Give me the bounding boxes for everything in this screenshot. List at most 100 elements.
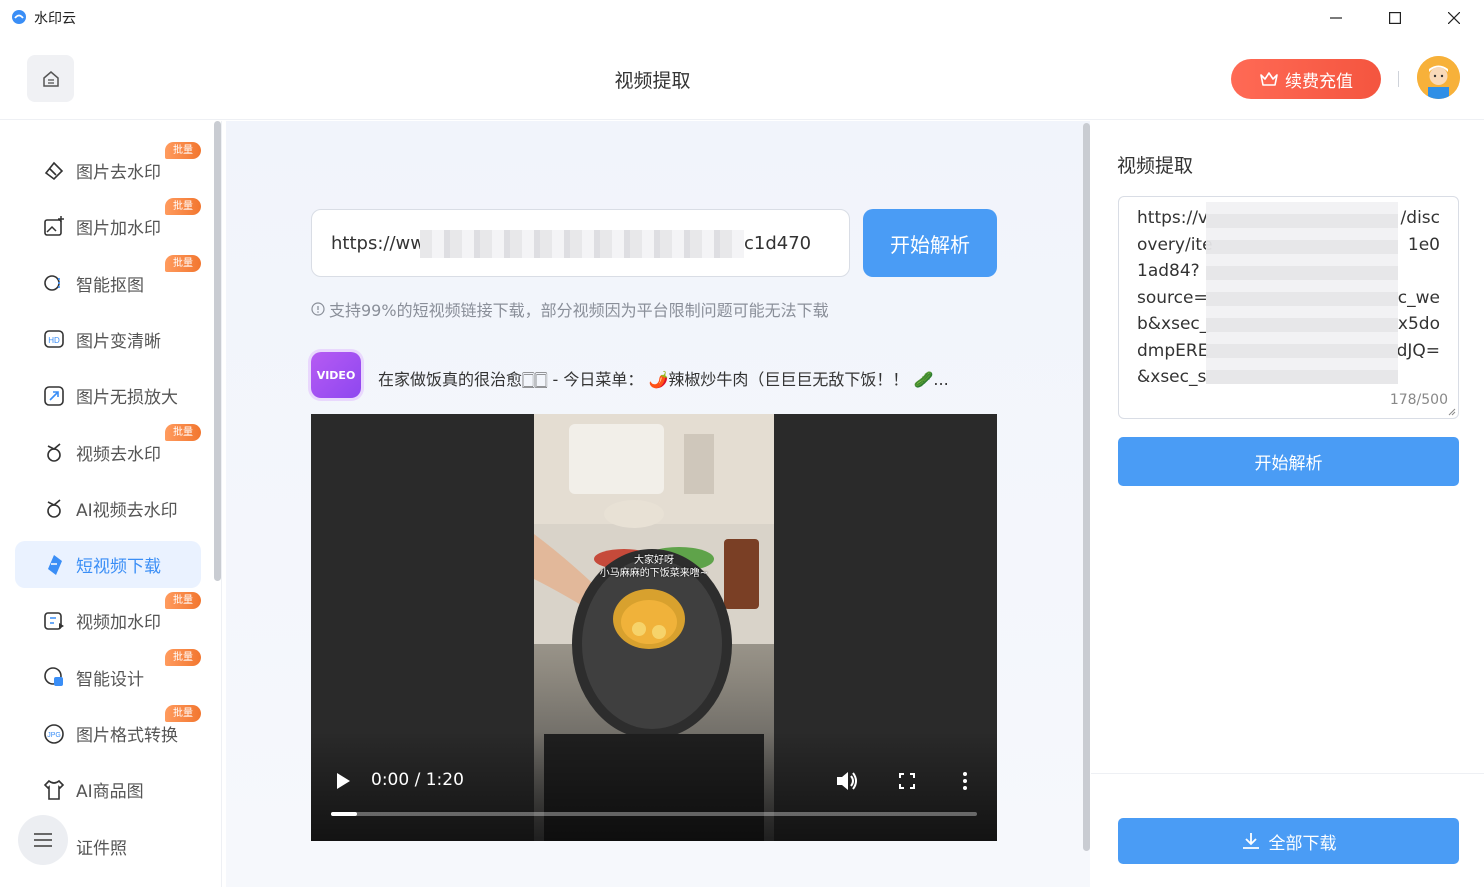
textarea-line-right: c_we: [1397, 287, 1440, 308]
sidebar-item-9[interactable]: 视频加水印 批量: [15, 592, 201, 644]
ai-video-clean-icon: [42, 496, 66, 520]
panel-parse-button[interactable]: 开始解析: [1118, 437, 1459, 486]
minimize-button[interactable]: [1307, 2, 1365, 34]
sidebar-item-7[interactable]: AI视频去水印: [15, 485, 201, 532]
video-badge-icon: VIDEO: [311, 352, 361, 398]
batch-badge: 批量: [165, 142, 201, 159]
enlarge-icon: [42, 384, 66, 408]
batch-badge: 批量: [165, 648, 201, 666]
sidebar-scrollbar[interactable]: [214, 121, 221, 581]
volume-icon[interactable]: [835, 770, 859, 792]
tshirt-icon: [42, 778, 66, 802]
video-clean-icon: [42, 440, 66, 464]
download-icon: [42, 553, 66, 577]
sidebar-item-2[interactable]: 图片加水印 批量: [15, 198, 201, 250]
maximize-button[interactable]: [1366, 2, 1424, 34]
main-content: https://ww c1d470 开始解析 支持99%的短视频链接下载，部分视…: [226, 121, 1090, 887]
video-player[interactable]: 大家好呀 小马麻麻的下饭菜来噜~ 0:00 / 1:20: [311, 414, 997, 841]
sidebar-item-1[interactable]: 图片去水印 批量: [15, 142, 201, 194]
eraser-icon: [42, 159, 66, 183]
sidebar-item-label: 智能设计: [76, 669, 144, 690]
video-subtitle: 大家好呀 小马麻麻的下饭菜来噜~: [534, 554, 774, 580]
textarea-line-left: b&xsec_: [1137, 314, 1209, 334]
textarea-line-left: &xsec_s: [1137, 367, 1207, 387]
close-icon: [1448, 12, 1460, 24]
subtitle-line-1: 大家好呀: [634, 555, 674, 566]
subtitle-line-2: 小马麻麻的下饭菜来噜~: [599, 568, 709, 579]
sidebar-item-label: 图片变清晰: [76, 331, 161, 352]
url-prefix: https://ww: [331, 232, 425, 254]
maximize-icon: [1389, 12, 1401, 24]
progress-bar[interactable]: [331, 812, 977, 816]
start-parse-button[interactable]: 开始解析: [863, 209, 997, 277]
progress-fill: [331, 812, 357, 816]
textarea-line-right: x5do: [1397, 314, 1440, 334]
image-add-icon: [42, 215, 66, 239]
play-icon[interactable]: [335, 772, 351, 790]
panel-title: 视频提取: [1117, 155, 1194, 177]
sidebar: 图片去水印 批量 图片加水印 批量 智能抠图 批量 HD 图片变清晰 图片无损放大 视频去水印 批量…: [0, 121, 222, 887]
recharge-button[interactable]: 续费充值: [1231, 59, 1381, 99]
info-icon: [311, 302, 325, 316]
sidebar-item-10[interactable]: 智能设计 批量: [15, 648, 201, 701]
sidebar-item-label: 图片加水印: [76, 219, 161, 240]
sidebar-item-label: 短视频下载: [76, 557, 161, 578]
playback-time: 0:00 / 1:20: [371, 770, 464, 790]
sidebar-item-label: AI商品图: [76, 782, 144, 803]
url-suffix: c1d470: [744, 232, 812, 254]
sidebar-item-6[interactable]: 视频去水印 批量: [15, 423, 201, 476]
resize-handle-icon[interactable]: [1448, 408, 1456, 416]
char-count: 178/500: [1389, 391, 1448, 408]
batch-badge: 批量: [165, 254, 201, 272]
right-panel: 视频提取 https://v/disc overy/ite 1e0 1ad84? sou…: [1091, 121, 1484, 887]
hint-text: 支持99%的短视频链接下载，部分视频因为平台限制问题可能无法下载: [311, 297, 829, 321]
download-all-label: 全部下载: [1268, 833, 1337, 854]
url-input[interactable]: https://ww c1d470: [311, 209, 850, 277]
main-scrollbar[interactable]: [1083, 123, 1090, 851]
menu-icon: [34, 833, 52, 847]
sidebar-item-8[interactable]: 短视频下载: [15, 541, 201, 589]
textarea-line-left: dmpERE: [1137, 340, 1209, 361]
batch-badge: 批量: [165, 423, 201, 441]
sidebar-item-5[interactable]: 图片无损放大: [15, 372, 201, 419]
batch-badge: 批量: [165, 198, 201, 216]
jpg-convert-icon: JPG: [42, 722, 66, 746]
svg-text:HD: HD: [48, 336, 60, 345]
textarea-redacted: [1206, 202, 1398, 384]
sidebar-item-label: 智能抠图: [76, 275, 144, 296]
design-icon: [42, 665, 66, 689]
header: 视频提取 续费充值: [0, 36, 1484, 120]
fullscreen-icon[interactable]: [899, 773, 915, 789]
download-icon: [1242, 833, 1259, 849]
recharge-label: 续费充值: [1285, 71, 1353, 92]
video-add-icon: [42, 609, 66, 633]
sidebar-item-11[interactable]: JPG 图片格式转换 批量: [15, 705, 201, 757]
textarea-line-right: /disc: [1400, 208, 1440, 228]
minimize-icon: [1330, 17, 1342, 19]
sidebar-item-12[interactable]: AI商品图: [15, 766, 201, 813]
url-redacted: [420, 230, 744, 258]
cutout-icon: [42, 271, 66, 295]
more-options-icon[interactable]: [962, 771, 968, 791]
sidebar-item-4[interactable]: HD 图片变清晰: [15, 316, 201, 363]
link-textarea[interactable]: https://v/disc overy/ite 1e0 1ad84? source= c…: [1118, 196, 1459, 419]
avatar-image: [1417, 56, 1460, 99]
svg-text:JPG: JPG: [47, 732, 61, 739]
sidebar-item-label: 视频去水印: [76, 444, 161, 465]
batch-badge: 批量: [165, 592, 201, 610]
textarea-line-right: 1e0: [1407, 234, 1440, 255]
crown-icon: [1260, 72, 1278, 86]
close-button[interactable]: [1425, 2, 1483, 34]
hd-icon: HD: [42, 327, 66, 351]
textarea-line-left: overy/ite: [1137, 234, 1213, 255]
title-bar: 水印云: [0, 0, 1484, 36]
avatar[interactable]: [1417, 56, 1460, 99]
textarea-line-left: 1ad84?: [1137, 261, 1200, 281]
collapse-menu-button[interactable]: [18, 815, 68, 865]
sidebar-item-3[interactable]: 智能抠图 批量: [15, 254, 201, 307]
header-divider: [1398, 71, 1399, 87]
panel-footer: 全部下载: [1091, 773, 1484, 887]
sidebar-item-label: 图片无损放大: [76, 388, 178, 409]
download-all-button[interactable]: 全部下载: [1118, 818, 1459, 864]
page-title: 视频提取: [614, 70, 691, 92]
